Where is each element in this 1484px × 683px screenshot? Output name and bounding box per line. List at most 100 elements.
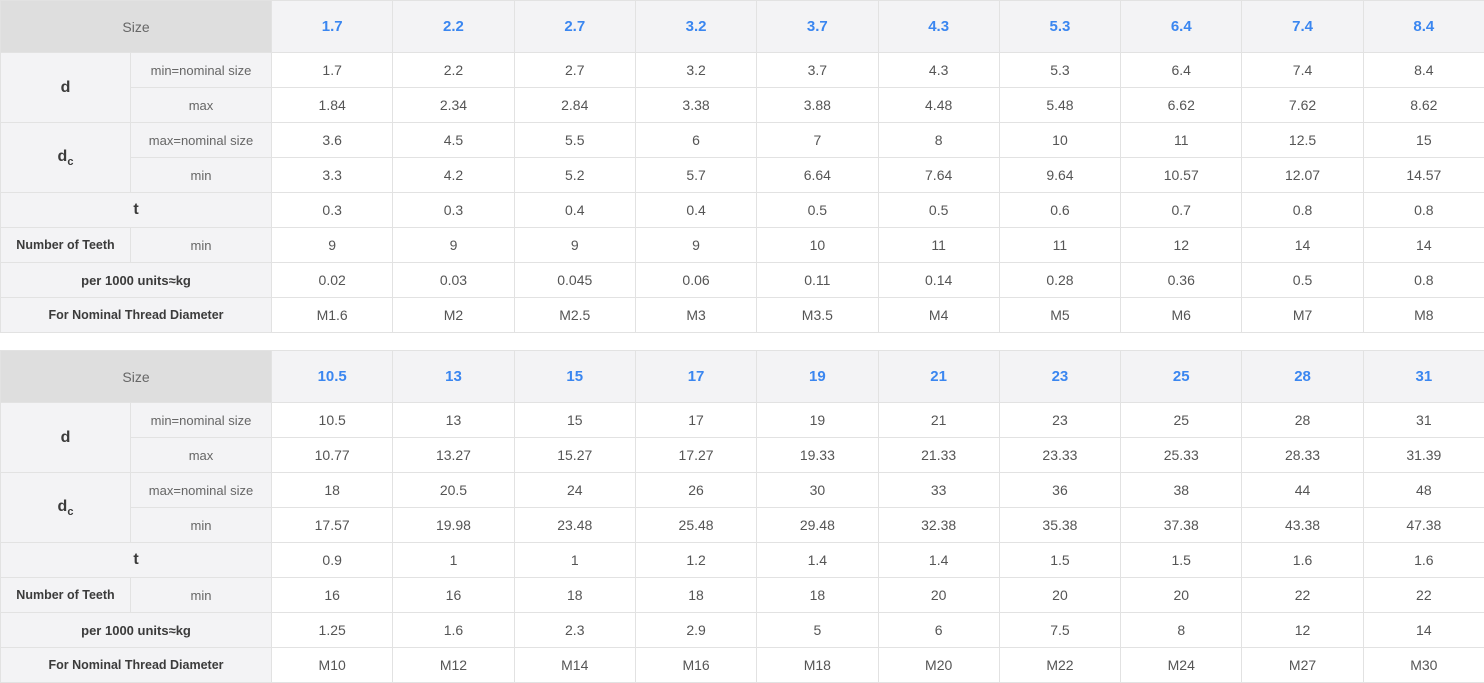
- dc-label-main: d: [58, 148, 68, 165]
- table-cell: 14: [1242, 228, 1363, 263]
- thread-row: For Nominal Thread DiameterM1.6M2M2.5M3M…: [1, 298, 1484, 333]
- table-cell: 4.2: [393, 158, 514, 193]
- table-cell: 3.2: [635, 53, 756, 88]
- table-cell: 17.57: [272, 508, 393, 543]
- table-cell: 25.48: [635, 508, 756, 543]
- table-cell: 0.11: [757, 263, 878, 298]
- table-cell: 18: [757, 578, 878, 613]
- table-cell: 15.27: [514, 438, 635, 473]
- size-column-header: 8.4: [1363, 1, 1484, 53]
- table-cell: 9: [514, 228, 635, 263]
- table-cell: 15: [1363, 123, 1484, 158]
- table-cell: M24: [1121, 648, 1242, 683]
- size-column-header: 1.7: [272, 1, 393, 53]
- table-cell: 6.64: [757, 158, 878, 193]
- table-cell: 10.77: [272, 438, 393, 473]
- table-cell: 2.3: [514, 613, 635, 648]
- table-cell: 1.5: [1121, 543, 1242, 578]
- table-cell: 0.4: [514, 193, 635, 228]
- table-cell: 35.38: [999, 508, 1120, 543]
- table-cell: 33: [878, 473, 999, 508]
- d-max-row: max10.7713.2715.2717.2719.3321.3323.3325…: [1, 438, 1484, 473]
- table-cell: 1.84: [272, 88, 393, 123]
- table-cell: 19: [757, 403, 878, 438]
- size-column-header: 17: [635, 351, 756, 403]
- table-cell: 2.9: [635, 613, 756, 648]
- size-column-header: 2.2: [393, 1, 514, 53]
- table-cell: 0.8: [1363, 263, 1484, 298]
- table-cell: 36: [999, 473, 1120, 508]
- size-column-header: 3.7: [757, 1, 878, 53]
- table-cell: 6.62: [1121, 88, 1242, 123]
- table-cell: 44: [1242, 473, 1363, 508]
- table-cell: 3.3: [272, 158, 393, 193]
- table-cell: 7.5: [999, 613, 1120, 648]
- weight-label: per 1000 units≈kg: [1, 263, 272, 298]
- table-cell: 1.4: [757, 543, 878, 578]
- table-cell: 0.28: [999, 263, 1120, 298]
- table-cell: 1: [393, 543, 514, 578]
- size-column-header: 4.3: [878, 1, 999, 53]
- size-header-row: Size10.5131517192123252831: [1, 351, 1484, 403]
- table-cell: M1.6: [272, 298, 393, 333]
- teeth-label: Number of Teeth: [1, 228, 131, 263]
- table-cell: 0.03: [393, 263, 514, 298]
- table-cell: 7.4: [1242, 53, 1363, 88]
- t-row: t0.30.30.40.40.50.50.60.70.80.8: [1, 193, 1484, 228]
- teeth-label: Number of Teeth: [1, 578, 131, 613]
- table-cell: 20: [1121, 578, 1242, 613]
- table-cell: 0.14: [878, 263, 999, 298]
- table-cell: 10: [757, 228, 878, 263]
- table-cell: 5.48: [999, 88, 1120, 123]
- size-column-header: 21: [878, 351, 999, 403]
- d-label: d: [1, 53, 131, 123]
- table-cell: 22: [1363, 578, 1484, 613]
- table-cell: 1.6: [393, 613, 514, 648]
- table-cell: 0.5: [1242, 263, 1363, 298]
- dc-label: dc: [1, 123, 131, 193]
- dc-label-subscript: c: [67, 156, 73, 168]
- table-cell: 6: [878, 613, 999, 648]
- table-cell: M30: [1363, 648, 1484, 683]
- table-cell: 3.38: [635, 88, 756, 123]
- teeth-row: Number of Teethmin16161818182020202222: [1, 578, 1484, 613]
- table-cell: M20: [878, 648, 999, 683]
- table-cell: 0.8: [1363, 193, 1484, 228]
- table-cell: 20.5: [393, 473, 514, 508]
- table-cell: M5: [999, 298, 1120, 333]
- size-column-header: 28: [1242, 351, 1363, 403]
- table-cell: 16: [272, 578, 393, 613]
- size-column-header: 15: [514, 351, 635, 403]
- table-cell: 0.02: [272, 263, 393, 298]
- table-cell: 18: [635, 578, 756, 613]
- table-cell: 7.62: [1242, 88, 1363, 123]
- table-cell: 7: [757, 123, 878, 158]
- table-cell: 0.6: [999, 193, 1120, 228]
- table-cell: 12.5: [1242, 123, 1363, 158]
- size-column-header: 23: [999, 351, 1120, 403]
- d-min-label: min=nominal size: [131, 403, 272, 438]
- table-cell: M8: [1363, 298, 1484, 333]
- size-column-header: 7.4: [1242, 1, 1363, 53]
- table-cell: 10.5: [272, 403, 393, 438]
- dc-max-row: dcmax=nominal size1820.52426303336384448: [1, 473, 1484, 508]
- dc-min-row: min17.5719.9823.4825.4829.4832.3835.3837…: [1, 508, 1484, 543]
- dc-max-row: dcmax=nominal size3.64.55.5678101112.515: [1, 123, 1484, 158]
- table-cell: M3: [635, 298, 756, 333]
- table-cell: M16: [635, 648, 756, 683]
- table-cell: 20: [999, 578, 1120, 613]
- table-cell: M27: [1242, 648, 1363, 683]
- table-cell: 12.07: [1242, 158, 1363, 193]
- size-column-header: 3.2: [635, 1, 756, 53]
- spec-table: Size1.72.22.73.23.74.35.36.47.48.4dmin=n…: [0, 0, 1484, 333]
- table-cell: 3.6: [272, 123, 393, 158]
- table-cell: 0.06: [635, 263, 756, 298]
- table-cell: 0.3: [272, 193, 393, 228]
- size-column-header: 6.4: [1121, 1, 1242, 53]
- table-cell: 0.5: [878, 193, 999, 228]
- size-column-header: 10.5: [272, 351, 393, 403]
- d-max-label: max: [131, 88, 272, 123]
- table-cell: 1.4: [878, 543, 999, 578]
- thread-row: For Nominal Thread DiameterM10M12M14M16M…: [1, 648, 1484, 683]
- table-cell: 9: [272, 228, 393, 263]
